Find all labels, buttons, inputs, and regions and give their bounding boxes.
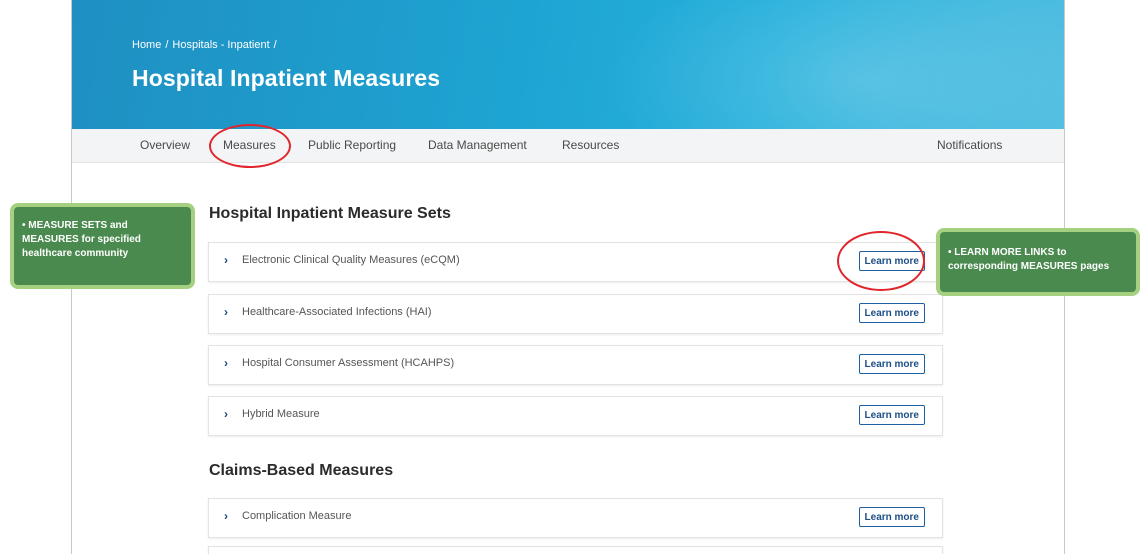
learn-more-button[interactable]: Learn more: [858, 303, 925, 323]
learn-more-button[interactable]: Learn more: [858, 354, 925, 374]
banner-decoration: [604, 0, 1064, 129]
measure-set-label: Healthcare-Associated Infections (HAI): [242, 306, 432, 318]
measure-sets-callout: • MEASURE SETS and MEASURES for specifie…: [10, 203, 195, 289]
learn-more-button[interactable]: Learn more: [858, 405, 925, 425]
measure-set-item[interactable]: › Hybrid Measure Learn more: [208, 396, 943, 436]
measure-set-label: Hospital Consumer Assessment (HCAHPS): [242, 357, 455, 369]
breadcrumb: Home / Hospitals - Inpatient /: [132, 39, 277, 51]
breadcrumb-separator: /: [165, 39, 169, 51]
claims-measure-item[interactable]: › Complication Measure Learn more: [208, 498, 943, 538]
page-title: Hospital Inpatient Measures: [132, 65, 441, 91]
tab-measures[interactable]: Measures: [223, 129, 276, 162]
breadcrumb-home-link[interactable]: Home: [132, 39, 161, 51]
chevron-right-icon: ›: [224, 407, 228, 421]
claims-based-heading: Claims-Based Measures: [209, 462, 394, 479]
page-frame: Home / Hospitals - Inpatient / Hospital …: [71, 0, 1065, 554]
learn-more-callout: • LEARN MORE LINKS to corresponding MEAS…: [936, 228, 1140, 296]
tab-bar: Overview Measures Public Reporting Data …: [72, 129, 1064, 163]
measure-sets-heading: Hospital Inpatient Measure Sets: [209, 205, 451, 222]
measure-set-label: Hybrid Measure: [242, 408, 320, 420]
page-header-banner: Home / Hospitals - Inpatient / Hospital …: [72, 0, 1064, 129]
chevron-right-icon: ›: [224, 305, 228, 319]
breadcrumb-hospitals-link[interactable]: Hospitals - Inpatient: [172, 39, 269, 51]
measure-set-item[interactable]: › Hospital Consumer Assessment (HCAHPS) …: [208, 345, 943, 385]
breadcrumb-separator: /: [273, 39, 277, 51]
chevron-right-icon: ›: [224, 253, 228, 267]
chevron-right-icon: ›: [224, 356, 228, 370]
tab-public-reporting[interactable]: Public Reporting: [308, 129, 396, 162]
tab-notifications[interactable]: Notifications: [937, 129, 1002, 162]
claims-measure-label: Complication Measure: [242, 510, 352, 522]
claims-measure-item-partial: [208, 546, 943, 554]
measure-set-label: Electronic Clinical Quality Measures (eC…: [242, 254, 460, 266]
tab-resources[interactable]: Resources: [562, 129, 619, 162]
tab-overview[interactable]: Overview: [140, 129, 190, 162]
tab-data-management[interactable]: Data Management: [428, 129, 527, 162]
learn-more-button[interactable]: Learn more: [858, 251, 925, 271]
measure-set-item[interactable]: › Electronic Clinical Quality Measures (…: [208, 242, 943, 282]
chevron-right-icon: ›: [224, 509, 228, 523]
learn-more-button[interactable]: Learn more: [858, 507, 925, 527]
measure-set-item[interactable]: › Healthcare-Associated Infections (HAI)…: [208, 294, 943, 334]
